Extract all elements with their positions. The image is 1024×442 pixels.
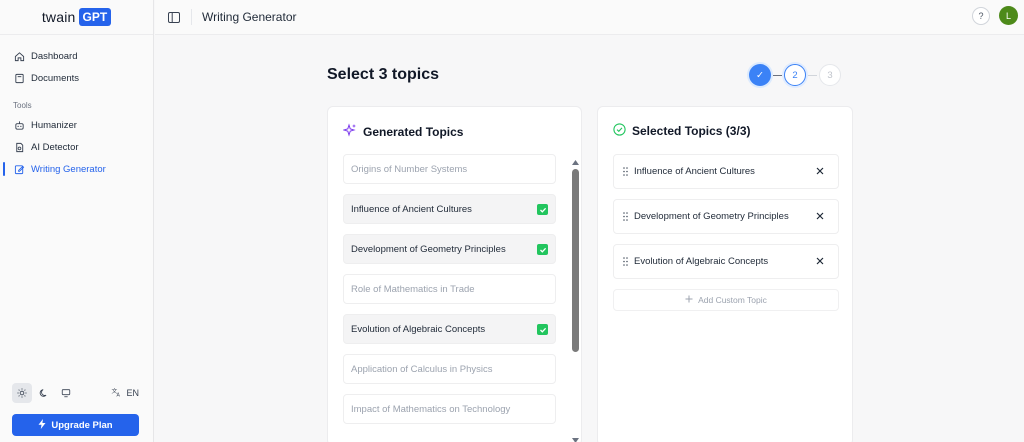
topic-label: Development of Geometry Principles [351, 243, 506, 255]
brand-word: twain [41, 9, 76, 25]
selected-topic-label: Evolution of Algebraic Concepts [634, 256, 769, 267]
pencil-square-icon [13, 163, 25, 175]
selected-topic-item[interactable]: Development of Geometry Principles [613, 199, 839, 234]
translate-icon: 文A [111, 387, 122, 399]
topic-label: Influence of Ancient Cultures [351, 203, 472, 215]
sidebar: twain GPT Dashboard Documents Tools Huma… [0, 0, 154, 442]
sidebar-item-ai-detector[interactable]: AI Detector [0, 136, 153, 158]
page-title: Writing Generator [202, 10, 297, 24]
language-selector[interactable]: 文A EN [111, 387, 139, 399]
selected-topics-header: Selected Topics (3/3) [613, 123, 750, 139]
topic-label: Role of Mathematics in Trade [351, 283, 475, 295]
topic-item[interactable]: Role of Mathematics in Trade [343, 274, 556, 304]
topbar: Writing Generator ? L [155, 0, 1024, 35]
topic-item[interactable]: Influence of Ancient Cultures [343, 194, 556, 224]
file-scan-icon [13, 141, 25, 153]
step-connector [773, 74, 782, 76]
upgrade-plan-label: Upgrade Plan [51, 419, 113, 431]
sidebar-item-label: Humanizer [31, 119, 77, 131]
sparkles-icon [342, 123, 357, 140]
topbar-divider [191, 9, 192, 25]
drag-handle-icon[interactable] [616, 257, 634, 266]
generated-topics-header: Generated Topics [342, 123, 464, 140]
monitor-icon[interactable] [56, 383, 76, 403]
selected-topics-title: Selected Topics (3/3) [632, 124, 751, 138]
checkbox-checked-icon[interactable] [537, 324, 548, 335]
sidebar-item-documents[interactable]: Documents [0, 67, 153, 89]
selected-topic-item[interactable]: Evolution of Algebraic Concepts [613, 244, 839, 279]
step-2: 2 [784, 64, 806, 86]
checkbox-checked-icon[interactable] [537, 244, 548, 255]
brand-logo[interactable]: twain GPT [0, 0, 153, 35]
check-circle-icon [613, 123, 626, 139]
stepper: ✓ 2 3 [749, 64, 841, 86]
upgrade-plan-button[interactable]: Upgrade Plan [12, 414, 139, 436]
selected-topic-label: Development of Geometry Principles [634, 211, 789, 222]
brand-badge: GPT [78, 8, 112, 26]
topic-label: Application of Calculus in Physics [351, 363, 493, 375]
theme-controls: 文A EN [12, 382, 139, 404]
sidebar-nav: Dashboard Documents Tools Humanizer AI D… [0, 35, 153, 180]
checkbox-checked-icon[interactable] [537, 204, 548, 215]
page-heading: Select 3 topics [327, 66, 440, 83]
avatar[interactable]: L [999, 6, 1018, 25]
selected-topics-panel: Selected Topics (3/3) Influence of Ancie… [597, 106, 853, 442]
scroll-down-arrow-icon[interactable] [572, 437, 579, 442]
topic-item[interactable]: Evolution of Algebraic Concepts [343, 314, 556, 344]
topic-item[interactable]: Impact of Mathematics on Technology [343, 394, 556, 424]
add-custom-topic-button[interactable]: Add Custom Topic [613, 289, 839, 311]
sidebar-item-label: AI Detector [31, 141, 79, 153]
drag-handle-icon[interactable] [616, 167, 634, 176]
sun-icon[interactable] [12, 383, 32, 403]
selected-topic-label: Influence of Ancient Cultures [634, 166, 755, 177]
topic-item[interactable]: Development of Geometry Principles [343, 234, 556, 264]
step-1-check: ✓ [749, 64, 771, 86]
sidebar-item-label: Writing Generator [31, 163, 106, 175]
topic-item[interactable]: Origins of Number Systems [343, 154, 556, 184]
tools-section-label: Tools [13, 101, 32, 110]
topic-label: Impact of Mathematics on Technology [351, 403, 511, 415]
moon-icon[interactable] [34, 383, 54, 403]
add-custom-topic-label: Add Custom Topic [698, 295, 767, 305]
sidebar-item-humanizer[interactable]: Humanizer [0, 114, 153, 136]
scrollbar[interactable] [572, 159, 579, 442]
sidebar-item-label: Dashboard [31, 50, 78, 62]
selected-topic-item[interactable]: Influence of Ancient Cultures [613, 154, 839, 189]
book-icon [13, 72, 25, 84]
plus-icon [685, 295, 693, 305]
language-label: EN [126, 388, 139, 398]
svg-text:A: A [117, 393, 121, 397]
scroll-up-arrow-icon[interactable] [572, 159, 579, 165]
close-icon[interactable] [815, 256, 825, 266]
generated-topics-title: Generated Topics [363, 124, 464, 139]
close-icon[interactable] [815, 166, 825, 176]
step-connector [808, 74, 817, 76]
robot-icon [13, 119, 25, 131]
sidebar-item-dashboard[interactable]: Dashboard [0, 45, 153, 67]
sidebar-footer: 文A EN Upgrade Plan [12, 382, 139, 436]
topic-label: Origins of Number Systems [351, 163, 468, 175]
step-3: 3 [819, 64, 841, 86]
topic-label: Evolution of Algebraic Concepts [351, 323, 486, 335]
close-icon[interactable] [815, 211, 825, 221]
home-icon [13, 50, 25, 62]
help-button[interactable]: ? [972, 7, 990, 25]
lightning-icon [38, 418, 46, 432]
sidebar-toggle-icon[interactable] [167, 10, 181, 24]
topic-item[interactable]: Application of Calculus in Physics [343, 354, 556, 384]
scrollbar-thumb[interactable] [572, 169, 579, 352]
sidebar-item-label: Documents [31, 72, 80, 84]
generated-topics-panel: Generated Topics Origins of Number Syste… [327, 106, 582, 442]
drag-handle-icon[interactable] [616, 212, 634, 221]
sidebar-item-writing-generator[interactable]: Writing Generator [0, 158, 153, 180]
